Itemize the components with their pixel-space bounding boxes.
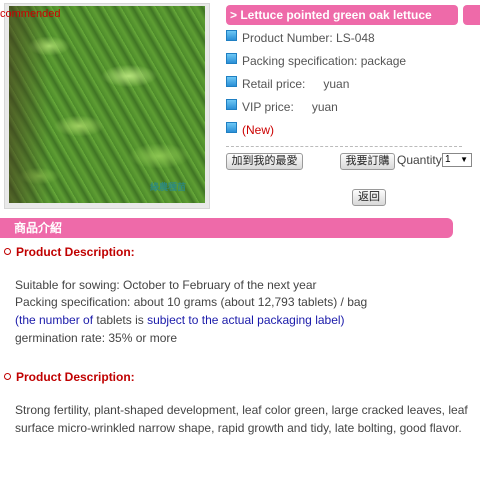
packing-spec: Packing specification: package	[242, 53, 407, 68]
vip-price-row: VIP price: yuan	[226, 98, 338, 114]
divider	[226, 146, 462, 147]
bullet-square-icon	[226, 122, 237, 134]
chevron-down-icon: ▼	[460, 155, 468, 164]
packing-line: Packing specification: about 10 grams (a…	[15, 295, 368, 309]
note-part-1: (the number of	[15, 313, 97, 327]
add-to-favorites-button[interactable]: 加到我的最愛	[226, 153, 303, 170]
circle-bullet-icon	[4, 373, 11, 380]
retail-price-value: yuan	[323, 76, 350, 91]
germination-line: germination rate: 35% or more	[15, 331, 178, 345]
feature-line-1: Strong fertility, plant-shaped developme…	[15, 403, 468, 417]
photo-watermark: 綠農種苗	[150, 182, 187, 192]
description-heading-1-text: Product Description:	[16, 245, 135, 259]
bullet-square-icon	[226, 30, 237, 42]
note-part-2: tablets is	[96, 313, 148, 327]
quantity-label: Quantity	[397, 153, 442, 167]
order-button[interactable]: 我要訂購	[340, 153, 395, 170]
packing-row: Packing specification: package	[226, 52, 406, 68]
recommended-tag: commended	[0, 8, 61, 20]
quantity-select[interactable]: 1 ▼	[442, 153, 472, 167]
vip-price-value: yuan	[311, 99, 338, 114]
note-part-3: subject to the actual packaging label)	[147, 313, 345, 327]
vip-price-label: VIP price:	[242, 99, 294, 114]
feature-line-2: surface micro-wrinkled narrow shape, rap…	[15, 421, 462, 435]
bullet-square-icon	[226, 53, 237, 65]
bullet-square-icon	[226, 76, 237, 88]
product-photo[interactable]	[9, 6, 205, 203]
back-button[interactable]: 返回	[352, 189, 386, 206]
description-heading-1: Product Description:	[4, 244, 135, 260]
description-heading-2-text: Product Description:	[16, 370, 135, 384]
new-row: (New)	[226, 121, 274, 137]
label-note-line: (the number of tablets is subject to the…	[15, 312, 345, 328]
retail-price-row: Retail price: yuan	[226, 75, 349, 91]
section-title: 商品介紹	[0, 218, 453, 238]
product-number: Product Number: LS-048	[242, 30, 375, 45]
description-heading-2: Product Description:	[4, 369, 135, 385]
retail-price-label: Retail price:	[242, 76, 306, 91]
title-bar-stub	[463, 5, 480, 25]
quantity-value: 1	[445, 154, 451, 165]
bullet-square-icon	[226, 99, 237, 111]
circle-bullet-icon	[4, 248, 11, 255]
product-number-row: Product Number: LS-048	[226, 29, 375, 45]
new-badge: (New)	[242, 122, 274, 137]
sowing-line: Suitable for sowing: October to February…	[15, 278, 317, 292]
product-title: > Lettuce pointed green oak lettuce	[226, 5, 458, 25]
